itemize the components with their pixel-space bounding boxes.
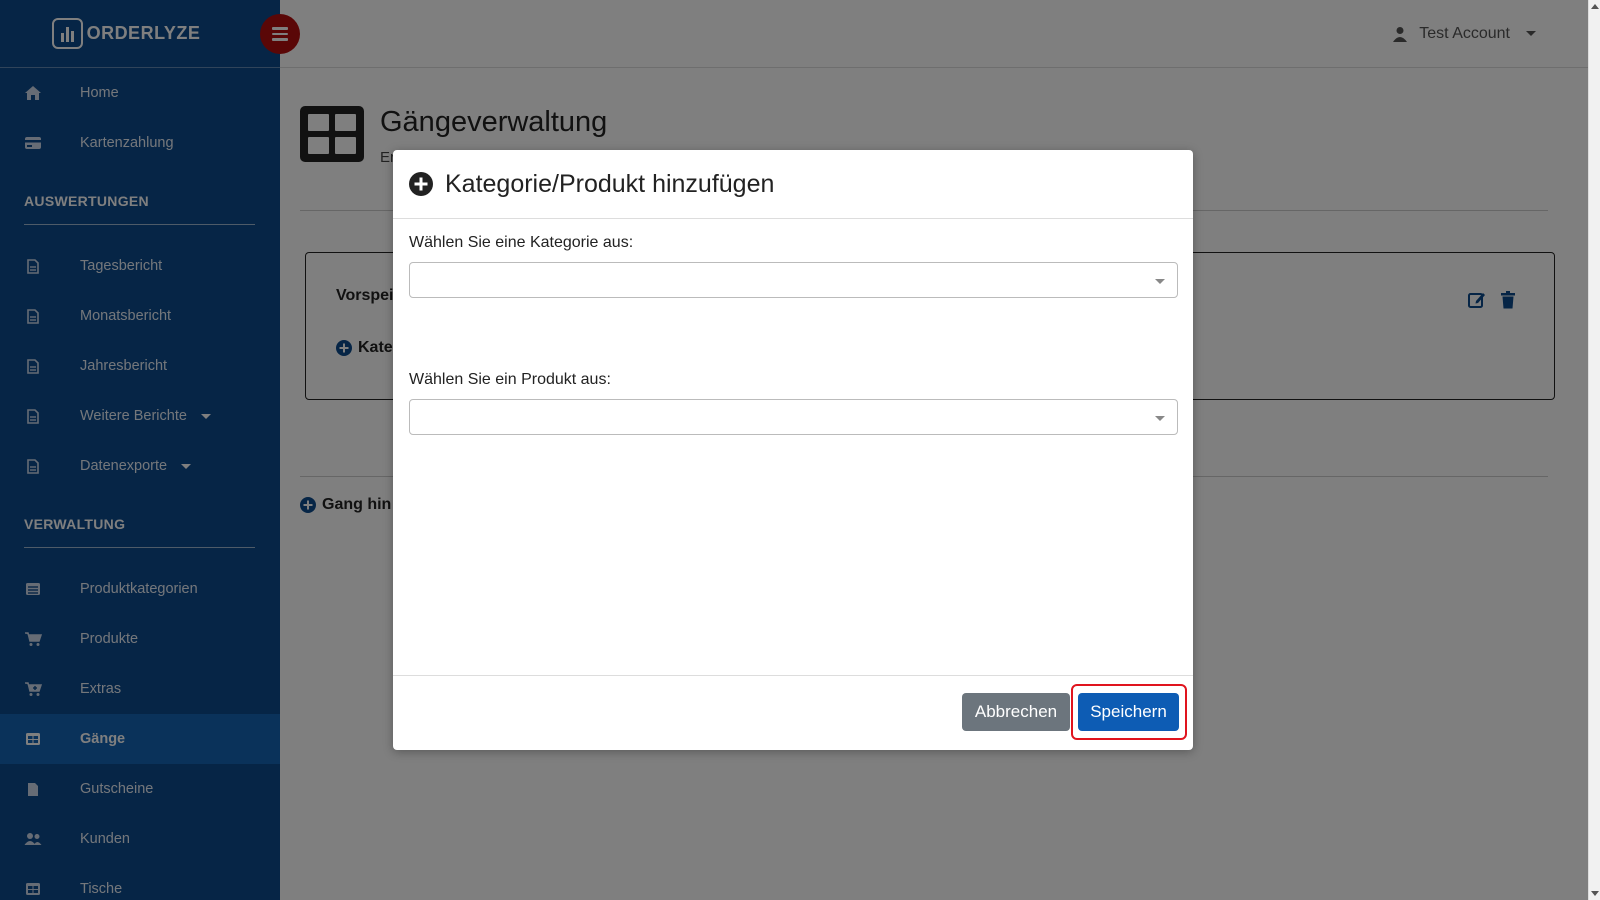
plus-circle-icon <box>409 172 433 196</box>
add-category-product-modal: Kategorie/Produkt hinzufügen Wählen Sie … <box>393 150 1193 750</box>
scrollbar[interactable] <box>1588 0 1600 900</box>
chevron-down-icon <box>1155 416 1165 421</box>
category-label: Wählen Sie eine Kategorie aus: <box>409 234 634 251</box>
category-select[interactable] <box>409 262 1178 298</box>
chevron-down-icon <box>1155 279 1165 284</box>
modal-title: Kategorie/Produkt hinzufügen <box>445 169 775 198</box>
scroll-up-icon[interactable] <box>1591 4 1599 9</box>
scroll-down-icon[interactable] <box>1591 891 1599 896</box>
cancel-button[interactable]: Abbrechen <box>962 693 1070 731</box>
product-label: Wählen Sie ein Produkt aus: <box>409 371 611 388</box>
save-button[interactable]: Speichern <box>1078 693 1179 731</box>
product-select[interactable] <box>409 399 1178 435</box>
modal-footer: Abbrechen Speichern <box>393 675 1193 750</box>
modal-header: Kategorie/Produkt hinzufügen <box>393 150 1193 219</box>
